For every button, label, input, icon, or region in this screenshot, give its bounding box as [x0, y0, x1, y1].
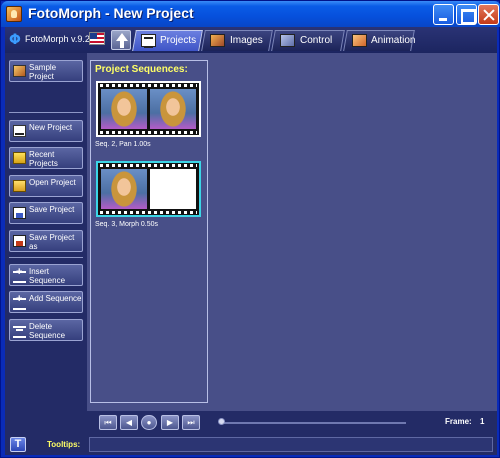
main-workspace: Project Sequences: Seq. 2, Pan 1.00s Seq…	[87, 53, 497, 411]
project-sequences-panel[interactable]: Project Sequences: Seq. 2, Pan 1.00s Seq…	[90, 60, 208, 403]
open-project-label: Open Project	[29, 178, 76, 187]
insert-sequence-button[interactable]: Insert Sequence	[9, 264, 83, 286]
open-folder-icon	[13, 180, 26, 192]
frame-label: Frame:	[445, 417, 472, 426]
frame-value: 1	[480, 417, 485, 426]
sample-project-icon	[13, 65, 26, 77]
save-project-label: Save Project	[29, 205, 75, 214]
delete-sequence-icon	[13, 324, 26, 338]
animation-icon	[352, 34, 367, 47]
frame-slider-track[interactable]	[220, 422, 406, 424]
frame-slider-thumb[interactable]	[218, 418, 225, 425]
sample-project-button[interactable]: Sample Project	[9, 60, 83, 82]
window-title: FotoMorph - New Project	[28, 5, 194, 21]
language-flag-icon[interactable]	[89, 32, 105, 45]
sequence-caption: Seq. 2, Pan 1.00s	[95, 141, 151, 148]
sequence-thumbnail[interactable]	[96, 81, 201, 137]
projects-filmstrip-icon	[141, 34, 156, 47]
tab-images[interactable]: Images	[201, 30, 273, 51]
tooltips-toggle-button[interactable]: T	[10, 437, 26, 452]
tab-animation-label: Animation	[371, 35, 416, 46]
tab-control[interactable]: Control	[271, 30, 345, 51]
portrait-image	[101, 169, 147, 209]
client-area: Φ FotoMorph v.9.2. Projects Images Contr…	[5, 27, 497, 455]
sidebar: Sample Project New Project Recent Projec…	[5, 53, 87, 427]
playback-bar: ⏮ ◀ ● ▶ ⏭ Frame: 1	[87, 411, 497, 433]
portrait-image	[150, 89, 196, 129]
close-button[interactable]	[478, 4, 499, 25]
up-arrow-button[interactable]	[111, 30, 131, 50]
recent-projects-icon	[13, 152, 26, 164]
app-window: FotoMorph - New Project Φ FotoMorph v.9.…	[0, 0, 500, 458]
sequences-panel-title: Project Sequences:	[95, 64, 188, 75]
maximize-button[interactable]	[456, 4, 477, 25]
save-icon	[13, 207, 26, 219]
tab-projects-label: Projects	[160, 35, 197, 46]
sequence-caption: Seq. 3, Morph 0.50s	[95, 221, 159, 228]
film-perforation	[100, 164, 197, 167]
save-project-as-label: Save Project as	[29, 233, 75, 251]
header-toolbar: Φ FotoMorph v.9.2. Projects Images Contr…	[5, 27, 497, 53]
insert-sequence-label: Insert Sequence	[29, 267, 66, 285]
tab-animation[interactable]: Animation	[343, 30, 415, 51]
tooltips-text	[89, 437, 493, 452]
app-version-label: FotoMorph v.9.2.	[25, 34, 93, 44]
first-frame-button[interactable]: ⏮	[99, 415, 117, 430]
film-perforation	[100, 211, 197, 214]
sequence-thumbnail-selected[interactable]	[96, 161, 201, 217]
previous-frame-button[interactable]: ◀	[120, 415, 138, 430]
fotomorph-logo-icon: Φ	[9, 32, 21, 48]
delete-sequence-label: Delete Sequence	[29, 322, 66, 340]
title-bar[interactable]: FotoMorph - New Project	[1, 1, 500, 27]
new-project-icon	[13, 125, 26, 137]
last-frame-button[interactable]: ⏭	[182, 415, 200, 430]
save-as-icon	[13, 235, 26, 247]
new-project-button[interactable]: New Project	[9, 120, 83, 142]
open-project-button[interactable]: Open Project	[9, 175, 83, 197]
delete-sequence-button[interactable]: Delete Sequence	[9, 319, 83, 341]
next-frame-button[interactable]: ▶	[161, 415, 179, 430]
save-project-as-button[interactable]: Save Project as	[9, 230, 83, 252]
blank-frame	[150, 169, 196, 209]
save-project-button[interactable]: Save Project	[9, 202, 83, 224]
tab-images-label: Images	[230, 35, 263, 46]
film-perforation	[100, 84, 197, 87]
images-icon	[210, 34, 225, 47]
tab-control-label: Control	[300, 35, 333, 46]
recent-projects-label: Recent Projects	[29, 150, 58, 168]
add-sequence-button[interactable]: Add Sequence	[9, 291, 83, 313]
sample-project-label: Sample Project	[29, 63, 57, 81]
tooltips-label: Tooltips:	[47, 440, 81, 449]
portrait-image	[101, 89, 147, 129]
recent-projects-button[interactable]: Recent Projects	[9, 147, 83, 169]
play-button[interactable]: ●	[141, 415, 157, 430]
tooltips-bar: T Tooltips:	[5, 433, 497, 455]
add-sequence-icon	[13, 295, 26, 310]
minimize-button[interactable]	[433, 4, 454, 25]
tab-projects[interactable]: Projects	[132, 30, 203, 51]
control-icon	[280, 34, 295, 47]
sidebar-divider	[9, 257, 83, 258]
new-project-label: New Project	[29, 123, 73, 132]
add-sequence-label: Add Sequence	[29, 294, 82, 303]
film-perforation	[100, 131, 197, 134]
insert-sequence-icon	[13, 268, 26, 283]
sidebar-divider	[9, 112, 83, 113]
fotomorph-app-icon[interactable]	[6, 6, 22, 22]
